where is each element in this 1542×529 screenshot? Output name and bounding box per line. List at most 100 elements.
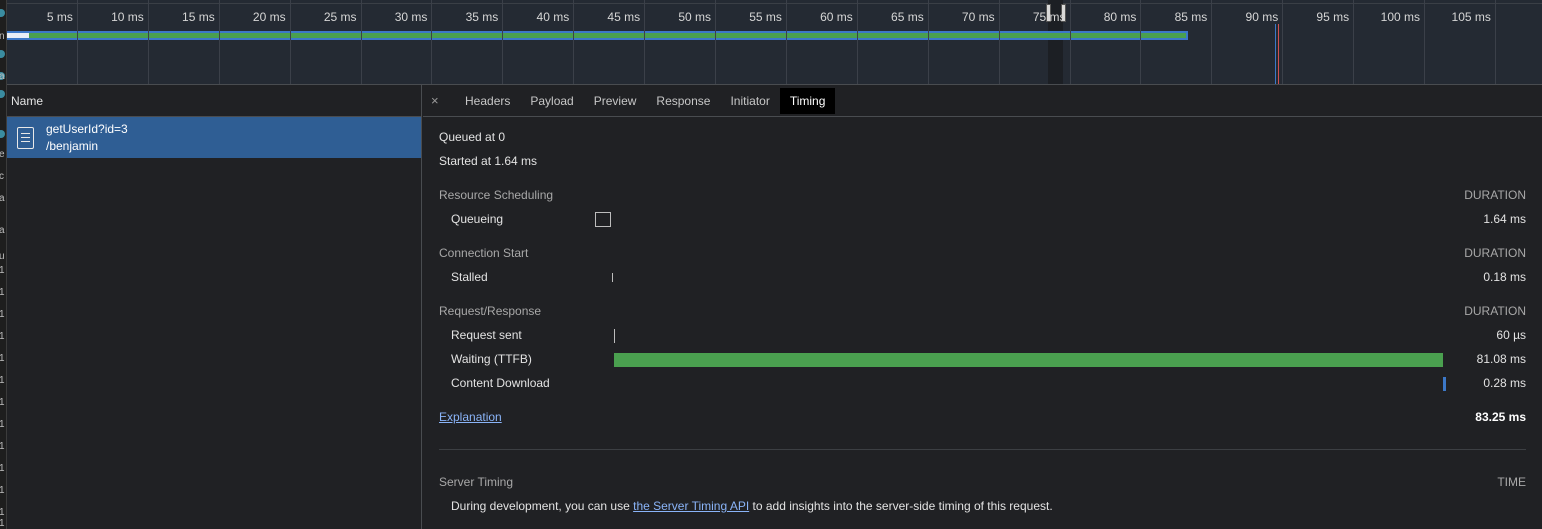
- clipped-text-fragment: 1: [0, 441, 5, 452]
- overview-tick-label: 40 ms: [536, 10, 570, 24]
- server-timing-api-link[interactable]: the Server Timing API: [633, 499, 749, 513]
- clipped-text-fragment: 1: [0, 419, 5, 430]
- overview-tick-label: 45 ms: [607, 10, 641, 24]
- clipped-text-fragment: 1: [0, 353, 5, 364]
- clipped-text-fragment: e: [0, 149, 5, 160]
- clipped-text-fragment: a: [0, 225, 5, 236]
- close-icon[interactable]: ×: [431, 93, 449, 108]
- overview-gridline: [360, 0, 362, 84]
- section-title: Server Timing: [439, 475, 514, 489]
- overview-gridline: [998, 0, 1000, 84]
- content-download-bar: [1443, 377, 1446, 391]
- overview-tick-label: 15 ms: [182, 10, 215, 24]
- overview-tick-label: 55 ms: [749, 10, 782, 24]
- timing-row-request-sent: Request sent 60 µs: [439, 328, 1526, 344]
- started-text: Started at 1.64 ms: [439, 154, 538, 168]
- overview-tick-label: 85 ms: [1174, 10, 1208, 24]
- overview-tick-label: 20 ms: [252, 10, 286, 24]
- overview-tick-label: 105 ms: [1451, 10, 1491, 24]
- tab-timing[interactable]: Timing: [779, 87, 836, 114]
- timing-total-row: Explanation 83.25 ms: [439, 410, 1526, 426]
- request-list-panel: Name getUserId?id=3 /benjamin: [7, 85, 422, 529]
- overview-tick-label: 25 ms: [323, 10, 357, 24]
- overview-gridline: [785, 0, 787, 84]
- section-title: Connection Start: [439, 246, 529, 260]
- timing-label: Stalled: [451, 270, 488, 284]
- request-name-line2: /benjamin: [46, 138, 99, 153]
- clipped-text-fragment: 1: [0, 507, 5, 518]
- server-timing-text: During development, you can use the Serv…: [451, 499, 1053, 513]
- clipped-text-fragment: u: [0, 251, 5, 262]
- overview-tick-label: 70 ms: [961, 10, 995, 24]
- clipped-text-fragment: 1: [0, 397, 5, 408]
- request-detail-panel: × Headers Payload Preview Response Initi…: [423, 85, 1542, 529]
- request-sent-bar: [614, 329, 615, 343]
- tab-response[interactable]: Response: [646, 88, 720, 114]
- timing-row-content-download: Content Download 0.28 ms: [439, 376, 1526, 392]
- tab-payload[interactable]: Payload: [520, 88, 583, 114]
- overview-gridline: [1282, 0, 1284, 84]
- request-name-line1: getUserId?id=3: [46, 121, 128, 136]
- timing-duration: 0.18 ms: [1483, 270, 1526, 284]
- overview-gridline: [1140, 0, 1142, 84]
- overview-gridline: [927, 0, 929, 84]
- server-timing-text-before: During development, you can use: [451, 499, 634, 513]
- section-divider: [439, 449, 1526, 450]
- overview-tick-label: 75 ms: [1032, 10, 1066, 24]
- overview-tick-label: 35 ms: [465, 10, 499, 24]
- detail-tabs: × Headers Payload Preview Response Initi…: [423, 85, 1542, 117]
- section-server-timing: Server Timing TIME: [439, 475, 1526, 491]
- timing-row-waiting: Waiting (TTFB) 81.08 ms: [439, 352, 1526, 368]
- request-name: getUserId?id=3 /benjamin: [46, 121, 128, 155]
- tab-headers[interactable]: Headers: [455, 88, 520, 114]
- document-icon: [17, 126, 34, 149]
- name-column-header[interactable]: Name: [7, 85, 421, 117]
- overview-tick-label: 60 ms: [820, 10, 853, 24]
- overview-gridline: [431, 0, 433, 84]
- overview-queue-segment: [7, 33, 29, 38]
- overview-tick-label: 80 ms: [1103, 10, 1137, 24]
- section-connection-start: Connection Start DURATION: [439, 246, 1526, 262]
- section-title: Resource Scheduling: [439, 188, 554, 202]
- status-dot-icon: [0, 90, 5, 98]
- overview-tick-label: 95 ms: [1316, 10, 1350, 24]
- tab-initiator[interactable]: Initiator: [720, 88, 779, 114]
- timing-duration: 60 µs: [1496, 328, 1526, 342]
- clipped-text-fragment: a: [0, 193, 5, 204]
- overview-tick-label: 10 ms: [111, 10, 144, 24]
- overview-tick-label: 90 ms: [1245, 10, 1279, 24]
- queued-text: Queued at 0: [439, 130, 506, 144]
- overview-tick-label: 5 ms: [46, 10, 73, 24]
- overview-gridline: [1353, 0, 1355, 84]
- clipped-text-fragment: c: [0, 171, 4, 182]
- server-timing-info: During development, you can use the Serv…: [439, 499, 1526, 515]
- timing-label: Request sent: [451, 328, 522, 342]
- queueing-bar: [595, 212, 611, 227]
- total-duration: 83.25 ms: [1475, 410, 1526, 424]
- clipped-text-fragment: 1: [0, 265, 5, 276]
- timing-view: Queued at 0 Started at 1.64 ms Resource …: [423, 117, 1542, 529]
- explanation-link[interactable]: Explanation: [439, 410, 502, 424]
- overview-request-bar[interactable]: [7, 31, 1188, 40]
- overview-timeline[interactable]: 5 ms 10 ms 15 ms 20 ms 25 ms 30 ms 35 ms 40 ms 4…: [7, 0, 1542, 85]
- tab-preview[interactable]: Preview: [584, 88, 647, 114]
- overview-gridline: [1494, 0, 1496, 84]
- overview-gridline: [1069, 0, 1071, 84]
- clipped-text-fragment: 1: [0, 287, 5, 298]
- overview-gridline: [856, 0, 858, 84]
- section-title: Request/Response: [439, 304, 542, 318]
- timing-label: Content Download: [451, 376, 550, 390]
- left-clipped-panel: naecaau1111111111111: [0, 0, 7, 529]
- queued-row: Queued at 0: [439, 130, 1526, 146]
- overview-tick-label: 65 ms: [891, 10, 924, 24]
- section-request-response: Request/Response DURATION: [439, 304, 1526, 320]
- duration-header: DURATION: [1464, 246, 1526, 260]
- overview-gridline: [502, 0, 504, 84]
- overview-gridline: [218, 0, 220, 84]
- clipped-text-fragment: n: [0, 31, 5, 42]
- duration-header: DURATION: [1464, 304, 1526, 318]
- clipped-text-fragment: 1: [0, 518, 5, 529]
- request-row-selected[interactable]: getUserId?id=3 /benjamin: [7, 117, 421, 158]
- load-event-marker: [1278, 24, 1279, 84]
- timing-duration: 1.64 ms: [1483, 212, 1526, 226]
